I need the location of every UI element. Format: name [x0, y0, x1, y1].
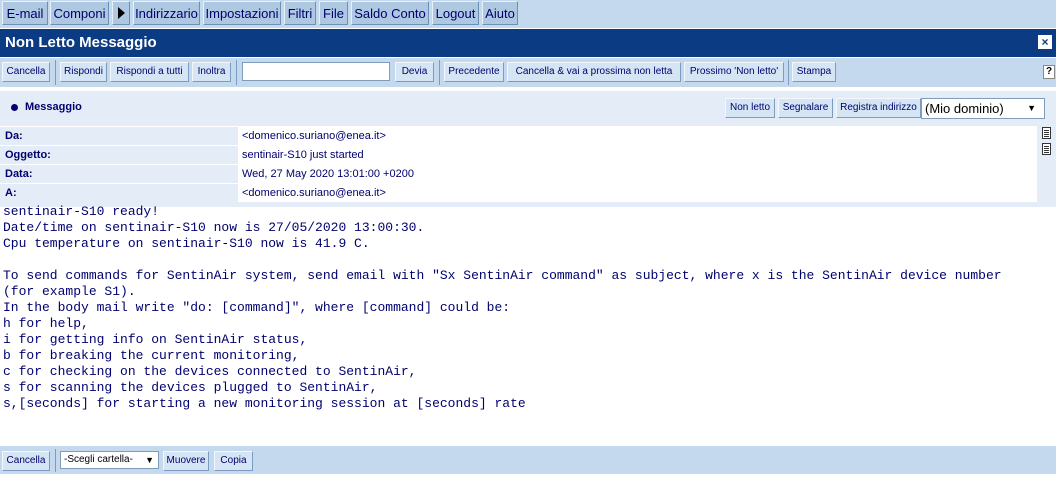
- folder-selected-value: -Scegli cartella-: [64, 454, 133, 465]
- menu-indirizzario[interactable]: Indirizzario: [133, 1, 200, 25]
- report-button[interactable]: Segnalare: [778, 98, 833, 118]
- header-value: <domenico.suriano@enea.it>: [238, 127, 1037, 145]
- forward-button[interactable]: Inoltra: [192, 62, 231, 82]
- reply-all-button[interactable]: Rispondi a tutti: [110, 62, 189, 82]
- document-icon[interactable]: [1042, 143, 1051, 155]
- message-body: sentinair-S10 ready! Date/time on sentin…: [3, 204, 1002, 411]
- folder-select[interactable]: -Scegli cartella- ▼: [60, 451, 159, 469]
- next-unread-button[interactable]: Prossimo 'Non letto': [684, 62, 784, 82]
- delete-and-next-unread-button[interactable]: Cancella & vai a prossima non letta: [507, 62, 681, 82]
- toolbar-separator: [788, 60, 789, 85]
- menu-saldo-conto[interactable]: Saldo Conto: [351, 1, 429, 25]
- redirect-button[interactable]: Devia: [395, 62, 434, 82]
- chevron-down-icon: ▼: [1027, 103, 1036, 113]
- toolbar-separator: [439, 60, 440, 85]
- play-arrow-icon[interactable]: [112, 1, 130, 25]
- domain-selected-value: (Mio dominio): [925, 101, 1004, 116]
- help-icon[interactable]: ?: [1043, 65, 1055, 79]
- toolbar-separator: [236, 60, 237, 85]
- menu-aiuto[interactable]: Aiuto: [482, 1, 518, 25]
- main-menu-bar: E-mail Componi Indirizzario Impostazioni…: [0, 0, 1056, 28]
- header-value: Wed, 27 May 2020 13:01:00 +0200: [238, 165, 1037, 183]
- bullet-icon: [11, 104, 18, 111]
- toolbar-separator: [55, 449, 56, 472]
- menu-componi[interactable]: Componi: [50, 1, 109, 25]
- menu-file[interactable]: File: [319, 1, 348, 25]
- menu-impostazioni[interactable]: Impostazioni: [203, 1, 281, 25]
- header-key: Data:: [0, 165, 237, 183]
- header-row-date: Data: Wed, 27 May 2020 13:01:00 +0200: [0, 164, 1037, 183]
- delete-button[interactable]: Cancella: [2, 451, 50, 471]
- header-row-from: Da: <domenico.suriano@enea.it>: [0, 126, 1037, 145]
- window-title-bar: Non Letto Messaggio ×: [0, 29, 1056, 57]
- menu-logout[interactable]: Logout: [432, 1, 479, 25]
- document-icon[interactable]: [1042, 127, 1051, 139]
- toolbar-separator: [55, 60, 56, 85]
- domain-select[interactable]: (Mio dominio) ▼: [921, 98, 1045, 119]
- mark-unread-button[interactable]: Non letto: [725, 98, 775, 118]
- message-section-label: Messaggio: [25, 101, 82, 113]
- menu-filtri[interactable]: Filtri: [284, 1, 316, 25]
- header-value: <domenico.suriano@enea.it>: [238, 184, 1037, 202]
- header-key: Da:: [0, 127, 237, 145]
- copy-button[interactable]: Copia: [214, 451, 253, 471]
- menu-email[interactable]: E-mail: [2, 1, 48, 25]
- delete-button[interactable]: Cancella: [2, 62, 50, 82]
- header-row-subject: Oggetto: sentinair-S10 just started: [0, 145, 1037, 164]
- print-button[interactable]: Stampa: [792, 62, 836, 82]
- save-address-button[interactable]: Registra indirizzo: [836, 98, 921, 118]
- window-title: Non Letto Messaggio: [5, 34, 157, 51]
- previous-button[interactable]: Precedente: [444, 62, 504, 82]
- header-row-to: A: <domenico.suriano@enea.it>: [0, 183, 1037, 202]
- close-icon[interactable]: ×: [1038, 35, 1052, 49]
- reply-button[interactable]: Rispondi: [60, 62, 107, 82]
- chevron-down-icon: ▼: [145, 455, 154, 465]
- move-button[interactable]: Muovere: [163, 451, 209, 471]
- header-value: sentinair-S10 just started: [238, 146, 1037, 164]
- header-key: A:: [0, 184, 237, 202]
- header-key: Oggetto:: [0, 146, 237, 164]
- redirect-address-input[interactable]: [242, 62, 390, 81]
